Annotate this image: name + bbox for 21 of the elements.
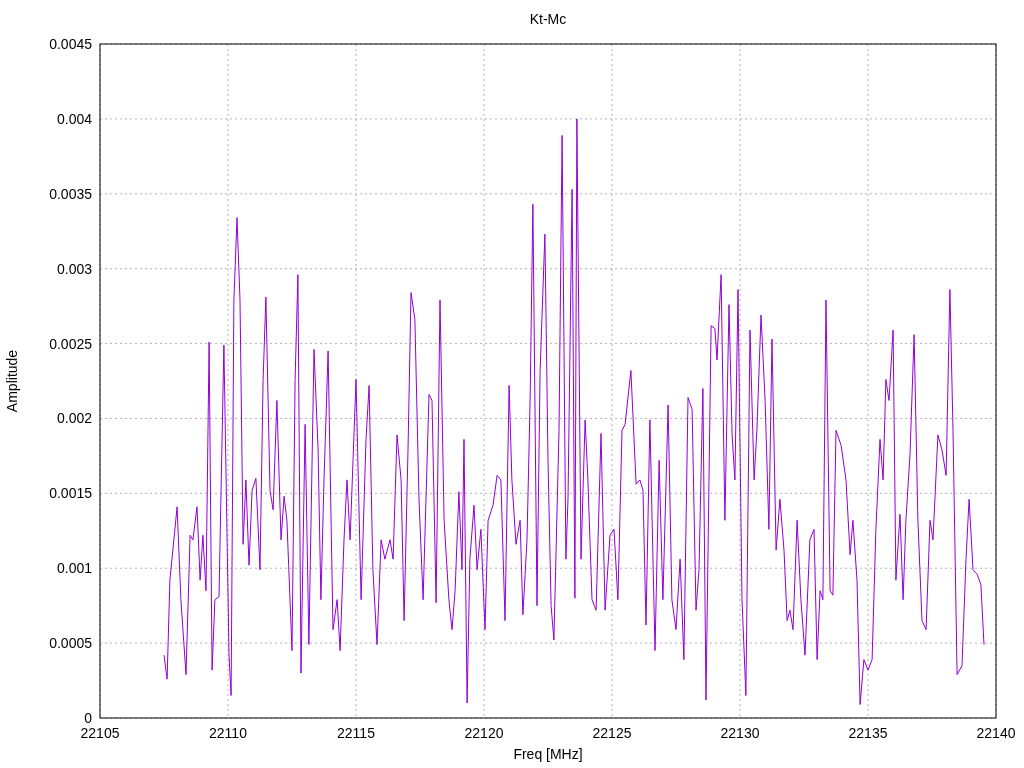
y-axis-label: Amplitude bbox=[4, 349, 20, 413]
x-axis-label: Freq [MHz] bbox=[513, 746, 583, 762]
x-tick-label: 22130 bbox=[720, 725, 760, 741]
y-tick-label: 0.0025 bbox=[49, 335, 92, 352]
y-tick-label: 0 bbox=[84, 710, 92, 726]
chart-title: Kt-Mc bbox=[529, 11, 567, 27]
x-tick-label: 22105 bbox=[80, 725, 120, 741]
y-tick-label: 0.0005 bbox=[49, 635, 92, 652]
y-tick-label: 0.0045 bbox=[49, 36, 92, 52]
x-tick-label: 22125 bbox=[592, 725, 632, 741]
y-tick-label: 0.0035 bbox=[49, 185, 92, 202]
x-tick-label: 22135 bbox=[848, 725, 888, 741]
y-tick-label: 0.004 bbox=[56, 110, 92, 127]
y-tick-label: 0.002 bbox=[56, 410, 92, 427]
y-tick-label: 0.0015 bbox=[49, 485, 92, 502]
y-tick-label: 0.001 bbox=[56, 560, 92, 577]
x-tick-label: 22110 bbox=[209, 725, 247, 741]
y-tick-label: 0.003 bbox=[56, 260, 92, 277]
x-tick-label: 22115 bbox=[337, 725, 375, 741]
x-tick-label: 22120 bbox=[464, 725, 504, 741]
x-tick-label: 22140 bbox=[976, 725, 1016, 741]
